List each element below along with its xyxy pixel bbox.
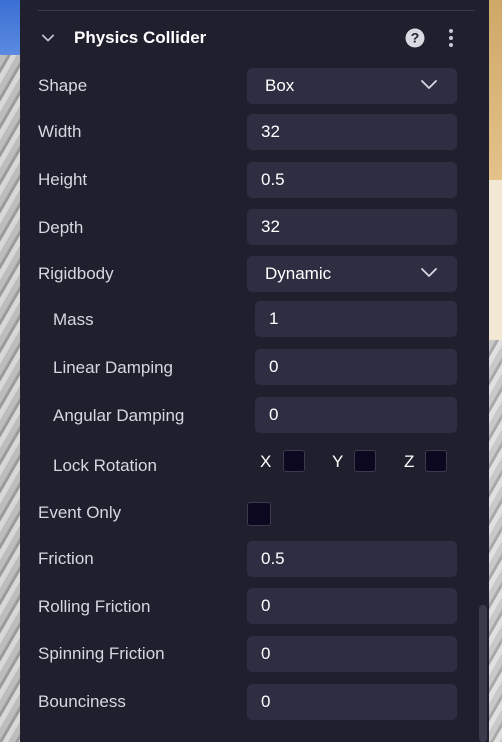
width-label: Width	[38, 122, 82, 141]
event-only-label: Event Only	[38, 503, 122, 522]
lock-x-checkbox[interactable]	[283, 450, 305, 472]
rigidbody-value: Dynamic	[265, 264, 332, 283]
shape-select[interactable]: Box	[247, 68, 457, 104]
event-only-checkbox[interactable]	[247, 502, 271, 526]
section-header[interactable]: Physics Collider ?	[20, 20, 475, 60]
lock-x-label: X	[260, 452, 272, 471]
viewport-background-left	[0, 0, 20, 742]
lock-rotation-label: Lock Rotation	[53, 456, 157, 475]
svg-text:?: ?	[411, 30, 420, 46]
section-title: Physics Collider	[74, 28, 207, 47]
chevron-down-icon	[421, 80, 437, 89]
more-vertical-icon[interactable]	[448, 28, 454, 48]
angular-damping-label: Angular Damping	[53, 406, 185, 425]
shape-label: Shape	[38, 76, 88, 95]
divider	[38, 10, 475, 11]
rigidbody-select[interactable]: Dynamic	[247, 256, 457, 292]
height-label: Height	[38, 170, 88, 189]
bounciness-input[interactable]: 0	[247, 684, 457, 720]
height-input[interactable]: 0.5	[247, 162, 457, 198]
shape-value: Box	[265, 76, 295, 95]
viewport-background-left-top	[0, 0, 20, 55]
depth-label: Depth	[38, 218, 84, 237]
linear-damping-input[interactable]: 0	[255, 349, 457, 385]
help-icon[interactable]: ?	[405, 28, 425, 48]
lock-y-checkbox[interactable]	[354, 450, 376, 472]
lock-y-label: Y	[332, 452, 344, 471]
lock-z-label: Z	[404, 452, 415, 471]
friction-label: Friction	[38, 549, 94, 568]
friction-input[interactable]: 0.5	[247, 541, 457, 577]
chevron-down-icon	[421, 268, 437, 277]
spinning-friction-input[interactable]: 0	[247, 636, 457, 672]
scrollbar-thumb[interactable]	[479, 605, 487, 742]
rolling-friction-input[interactable]: 0	[247, 588, 457, 624]
width-input[interactable]: 32	[247, 114, 457, 150]
linear-damping-label: Linear Damping	[53, 358, 174, 377]
bounciness-label: Bounciness	[38, 692, 126, 711]
mass-input[interactable]: 1	[255, 301, 457, 337]
angular-damping-input[interactable]: 0	[255, 397, 457, 433]
rolling-friction-label: Rolling Friction	[38, 597, 151, 616]
mass-label: Mass	[53, 310, 94, 329]
lock-z-checkbox[interactable]	[425, 450, 447, 472]
depth-input[interactable]: 32	[247, 209, 457, 245]
spinning-friction-label: Spinning Friction	[38, 644, 165, 663]
chevron-down-icon[interactable]	[42, 32, 54, 44]
rigidbody-label: Rigidbody	[38, 264, 114, 283]
